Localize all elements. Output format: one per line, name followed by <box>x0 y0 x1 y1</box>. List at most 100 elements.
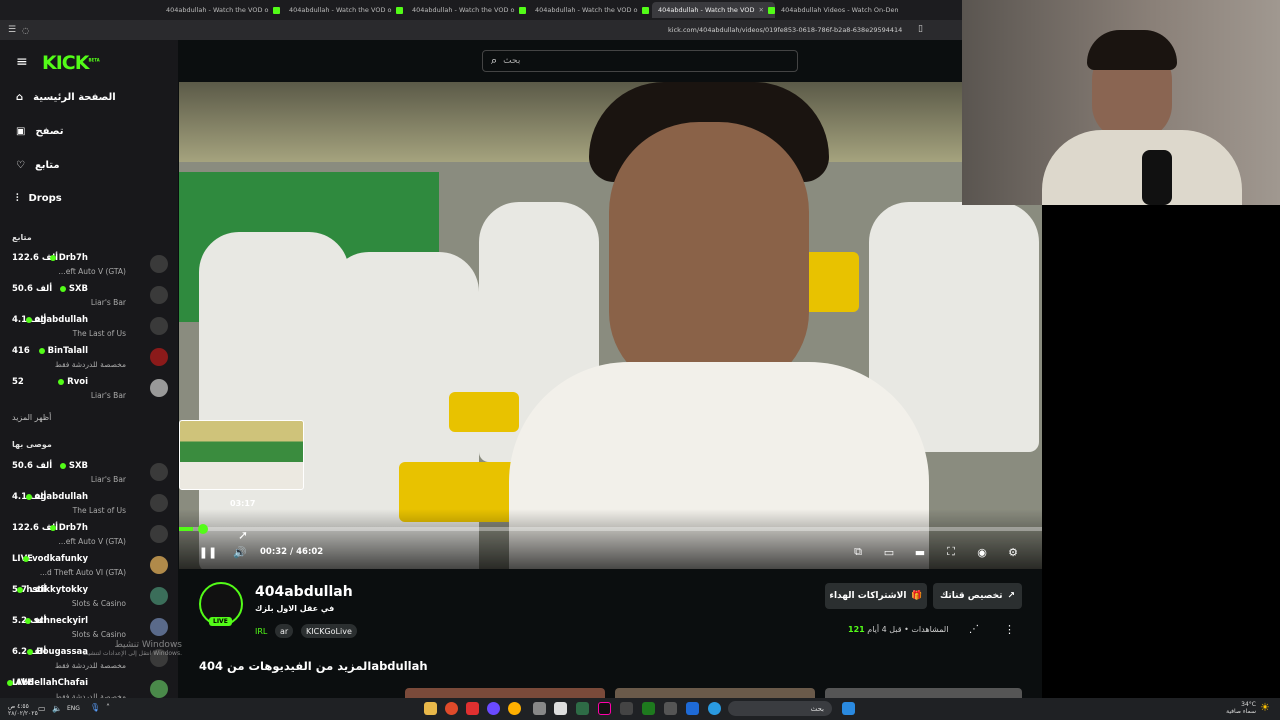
bookmark-icon[interactable]: ▯ <box>918 24 923 34</box>
browser-tab[interactable]: 404abdullah - Watch the VOD o <box>529 2 652 18</box>
taskbar-search[interactable]: بحث <box>728 701 832 716</box>
share-icon[interactable]: ⋰ <box>969 624 979 635</box>
hamburger-menu-icon[interactable]: ≡ <box>16 54 28 70</box>
app-icon[interactable] <box>664 702 677 715</box>
channel-item[interactable]: 5.7 ألفhstikkytokkySlots & Casino <box>12 585 168 615</box>
avatar <box>150 618 168 636</box>
channel-name: hstikkytokky <box>17 585 88 595</box>
app-icon[interactable] <box>508 702 521 715</box>
volume-icon[interactable]: 🔈 <box>52 704 62 713</box>
clip-button[interactable]: ▭ <box>882 545 896 559</box>
channel-name[interactable]: 404abdullah <box>255 584 353 600</box>
theater-icon: ▬ <box>914 545 926 559</box>
viewer-count: 416 <box>12 346 30 356</box>
menu-icon[interactable]: ☰ <box>8 25 16 35</box>
kick-logo[interactable]: KICKBETA <box>42 52 100 74</box>
edge-icon[interactable] <box>708 702 721 715</box>
live-dot-icon <box>24 618 31 624</box>
browser-tab[interactable]: 404abdullah - Watch the VOD o <box>160 2 283 18</box>
tag-language[interactable]: ar <box>275 624 294 638</box>
search-icon[interactable]: ⌕ <box>491 54 497 68</box>
start-icon[interactable] <box>842 702 855 715</box>
app-icon[interactable] <box>620 702 633 715</box>
weather-widget[interactable]: 34°C سماء صافية <box>1224 701 1256 715</box>
channel-item[interactable]: LIVEvodkafunky...d Theft Auto VI (GTA) <box>12 554 168 584</box>
playback-speed-button[interactable]: ◉ <box>975 545 989 559</box>
tiktok-icon[interactable] <box>598 702 611 715</box>
view-count: 121 <box>848 625 865 634</box>
channel-item[interactable]: 122.6 ألفDrb7h...eft Auto V (GTA) <box>12 523 168 553</box>
progress-bar[interactable] <box>179 524 1042 534</box>
app-icon[interactable] <box>487 702 500 715</box>
share-channel-button[interactable]: تخصيص قناتك ↗ <box>933 583 1022 609</box>
language-indicator[interactable]: ENG <box>67 705 80 712</box>
app-icon[interactable] <box>554 702 567 715</box>
heart-icon: ♡ <box>16 160 25 171</box>
channel-item[interactable]: 50.6 ألف SXB Liar's Bar <box>12 461 168 491</box>
url-field[interactable]: kick.com/404abdullah/videos/019fe853-061… <box>668 26 902 34</box>
channel-item[interactable]: 4.1 ألف ogabdullah The Last of Us <box>12 492 168 522</box>
file-explorer-icon[interactable] <box>424 702 437 715</box>
channel-category: The Last of Us <box>72 506 126 515</box>
fullscreen-button[interactable]: ⛶ <box>944 545 958 559</box>
browse-icon: ▣ <box>16 126 26 137</box>
tab-label: 404abdullah - Watch the VOD o <box>166 6 269 14</box>
channel-name: ogabdullah <box>25 315 88 325</box>
notification-icon[interactable]: ▭ <box>38 704 46 713</box>
channel-category: Liar's Bar <box>90 391 126 400</box>
brave-icon[interactable] <box>445 702 458 715</box>
volume-button[interactable]: 🔊 <box>233 545 247 559</box>
tag-category[interactable]: IRL <box>250 624 272 638</box>
sidebar-item-following[interactable]: ♡ متابع <box>16 160 60 171</box>
browser-tab[interactable]: 404abdullah - Watch the VOD o <box>406 2 529 18</box>
app-icon[interactable] <box>466 702 479 715</box>
sidebar: ≡ KICKBETA ⌂ الصفحة الرئيسية ▣ تصفح ♡ متابع… <box>0 40 178 701</box>
settings-button[interactable]: ⚙ <box>1006 545 1020 559</box>
avatar <box>150 348 168 366</box>
show-more-link[interactable]: أظهر المزيد <box>12 413 51 422</box>
logo-beta: BETA <box>88 57 100 63</box>
gift-subs-button[interactable]: الاشتراكات الهداء 🎁 <box>825 583 927 609</box>
sidebar-item-browse[interactable]: ▣ تصفح <box>16 126 63 137</box>
mic-icon[interactable]: 🎙 <box>90 703 100 712</box>
pause-button[interactable]: ❚❚ <box>199 545 217 559</box>
video-player[interactable] <box>179 82 1042 569</box>
channel-item[interactable]: 416 BinTalall مخصصة للدردشة فقط <box>12 346 168 376</box>
channel-name-text: vodkafunky <box>32 554 88 564</box>
search-input[interactable]: ⌕ بحث <box>482 50 798 72</box>
tag-kickgolive[interactable]: KICKGoLive <box>301 624 357 638</box>
watermark-line2: انتقل إلى الإعدادات لتنشيط Windows. <box>82 650 182 657</box>
channel-item[interactable]: 122.6 ألفDrb7h...eft Auto V (GTA) <box>12 253 168 283</box>
sidebar-item-home[interactable]: ⌂ الصفحة الرئيسية <box>16 92 116 103</box>
theater-mode-button[interactable]: ▬ <box>913 545 927 559</box>
progress-knob[interactable] <box>197 524 208 534</box>
browser-tab[interactable]: 404abdullah Videos - Watch On-Dem <box>775 2 898 18</box>
tab-label: 404abdullah - Watch the VOD o <box>289 6 392 14</box>
app-icon[interactable] <box>686 702 699 715</box>
browser-tab-active[interactable]: 404abdullah - Watch the VOD ✕ <box>652 2 775 18</box>
channel-item[interactable]: 50.6 ألف SXB Liar's Bar <box>12 284 168 314</box>
video-card-thumbnail[interactable] <box>825 688 1022 698</box>
miniplayer-button[interactable]: ⧉ <box>851 545 865 559</box>
channel-item[interactable]: 52 Rvoi Liar's Bar <box>12 377 168 407</box>
app-icon[interactable] <box>576 702 589 715</box>
taskbar-clock[interactable]: ٤:٥٥ ص ٢٨/٠٢/٢٠٢٥ <box>8 703 38 717</box>
video-card-thumbnail[interactable] <box>615 688 815 698</box>
more-options-icon[interactable]: ⋮ <box>1004 623 1015 636</box>
speed-icon: ◉ <box>977 545 987 559</box>
live-dot-icon <box>6 680 13 686</box>
video-card-thumbnail[interactable] <box>405 688 605 698</box>
channel-name-text: AbdellahChafai <box>15 678 89 688</box>
sidebar-item-drops[interactable]: ⫶ Drops <box>16 193 62 204</box>
app-icon[interactable] <box>533 702 546 715</box>
xbox-icon[interactable] <box>642 702 655 715</box>
channel-name: ogabdullah <box>25 492 88 502</box>
close-tab-icon[interactable]: ✕ <box>758 6 763 14</box>
live-dot-icon <box>59 463 66 469</box>
browser-tab[interactable]: 404abdullah - Watch the VOD o <box>283 2 406 18</box>
shield-icon[interactable]: ◌ <box>22 26 29 35</box>
channel-item[interactable]: 4.1 ألف ogabdullah The Last of Us <box>12 315 168 345</box>
time-display: 00:32 / 46:02 <box>260 547 323 557</box>
tab-label: 404abdullah - Watch the VOD <box>658 6 755 14</box>
chevron-up-icon[interactable]: ˄ <box>106 703 110 712</box>
